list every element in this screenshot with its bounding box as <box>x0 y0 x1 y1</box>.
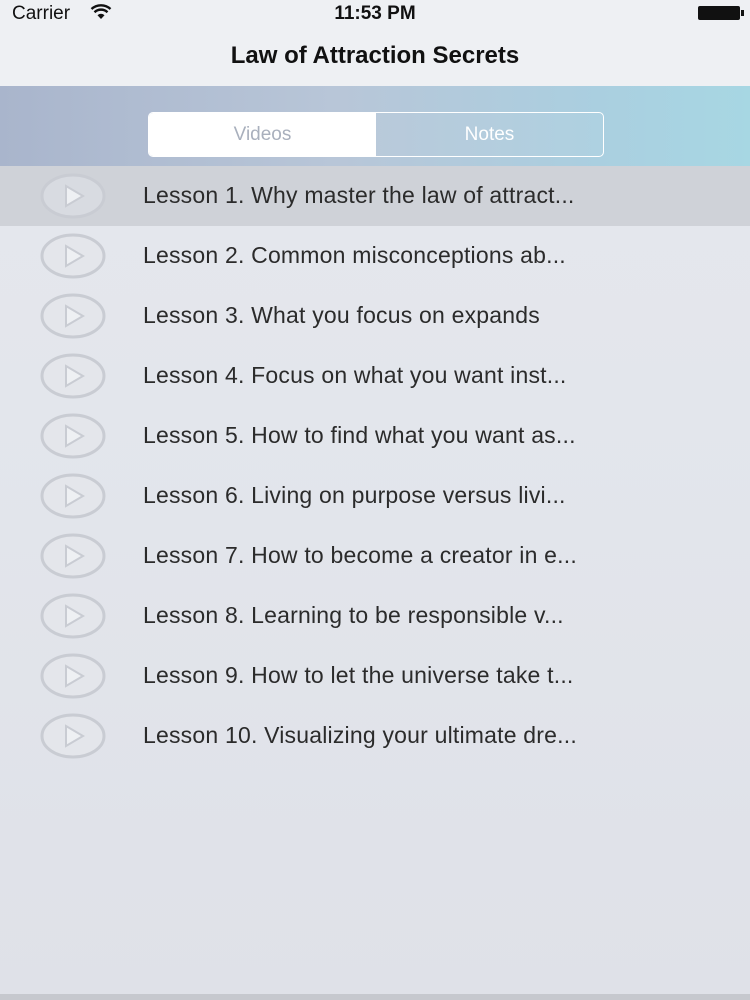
play-circle-icon <box>40 413 106 459</box>
segmented-control: Videos Notes <box>148 112 604 157</box>
lesson-row[interactable]: Lesson 4. Focus on what you want inst... <box>0 346 750 406</box>
play-circle-icon <box>40 233 106 279</box>
page-title: Law of Attraction Secrets <box>230 42 520 69</box>
play-circle-icon <box>40 713 106 759</box>
segment-band: Videos Notes <box>0 86 750 166</box>
lesson-title: Lesson 2. Common misconceptions ab... <box>143 242 566 268</box>
lesson-title: Lesson 4. Focus on what you want inst... <box>143 362 567 388</box>
lesson-row[interactable]: Lesson 6. Living on purpose versus livi.… <box>0 466 750 526</box>
lesson-title: Lesson 7. How to become a creator in e..… <box>143 542 577 568</box>
play-circle-icon <box>40 533 106 579</box>
play-circle-icon <box>40 293 106 339</box>
status-bar: Carrier 11:53 PM <box>0 0 750 28</box>
lesson-title: Lesson 9. How to let the universe take t… <box>143 662 574 688</box>
lesson-row[interactable]: Lesson 10. Visualizing your ultimate dre… <box>0 706 750 766</box>
tab-notes[interactable]: Notes <box>376 113 603 156</box>
lesson-row[interactable]: Lesson 1. Why master the law of attract.… <box>0 166 750 226</box>
play-circle-icon <box>40 473 106 519</box>
tab-videos[interactable]: Videos <box>149 113 376 156</box>
lesson-title: Lesson 10. Visualizing your ultimate dre… <box>143 722 577 748</box>
play-circle-icon <box>40 653 106 699</box>
lesson-row[interactable]: Lesson 8. Learning to be responsible v..… <box>0 586 750 646</box>
play-circle-icon <box>40 173 106 219</box>
lesson-row[interactable]: Lesson 5. How to find what you want as..… <box>0 406 750 466</box>
navigation-bar: Law of Attraction Secrets <box>0 28 750 86</box>
lesson-row[interactable]: Lesson 9. How to let the universe take t… <box>0 646 750 706</box>
lesson-title: Lesson 6. Living on purpose versus livi.… <box>143 482 566 508</box>
lesson-title: Lesson 5. How to find what you want as..… <box>143 422 576 448</box>
lesson-title: Lesson 8. Learning to be responsible v..… <box>143 602 564 628</box>
lesson-row[interactable]: Lesson 7. How to become a creator in e..… <box>0 526 750 586</box>
lesson-title: Lesson 1. Why master the law of attract.… <box>143 182 575 208</box>
status-time: 11:53 PM <box>334 3 416 24</box>
lesson-row[interactable]: Lesson 2. Common misconceptions ab... <box>0 226 750 286</box>
battery-icon <box>698 6 744 20</box>
lesson-title: Lesson 3. What you focus on expands <box>143 302 540 328</box>
bottom-divider <box>0 994 750 1000</box>
play-circle-icon <box>40 353 106 399</box>
play-circle-icon <box>40 593 106 639</box>
lesson-row[interactable]: Lesson 3. What you focus on expands <box>0 286 750 346</box>
lesson-list: Lesson 1. Why master the law of attract.… <box>0 166 750 766</box>
